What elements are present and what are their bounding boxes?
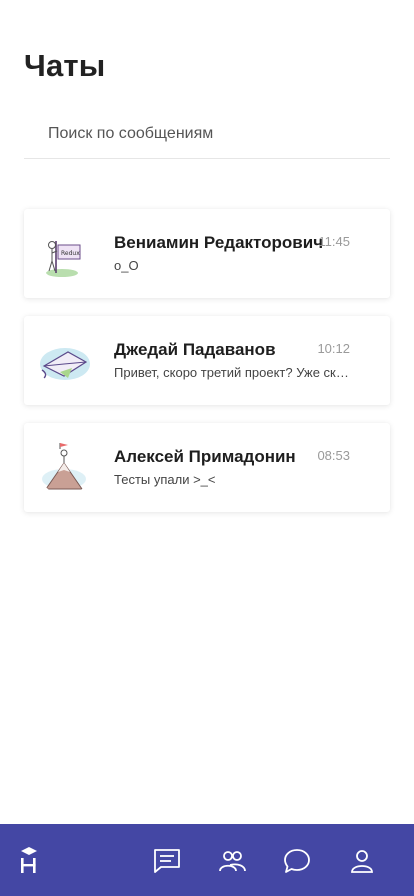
profile-icon[interactable] [347, 846, 377, 876]
svg-text:Redux: Redux [61, 250, 80, 257]
app-logo-icon[interactable] [18, 846, 40, 876]
chat-item[interactable]: Redux Вениамин Редакторович 11:45 o_O [24, 209, 390, 298]
chat-time: 10:12 [317, 341, 350, 356]
envelope-avatar [38, 334, 92, 388]
bottom-nav [0, 824, 414, 896]
page-title: Чаты [24, 48, 106, 83]
mountain-avatar [38, 441, 92, 495]
chat-time: 08:53 [317, 448, 350, 463]
chat-name: Вениамин Редакторович [114, 233, 324, 252]
chat-time: 11:45 [318, 234, 350, 249]
editor-avatar: Redux [38, 227, 92, 281]
chats-list-icon[interactable] [152, 846, 182, 876]
chat-name: Алексей Примадонин [114, 447, 296, 466]
chat-preview: Привет, скоро третий проект? Уже скоро н… [114, 365, 350, 380]
chat-preview: o_O [114, 258, 139, 273]
contacts-icon[interactable] [217, 846, 247, 876]
search-bar[interactable] [24, 112, 390, 159]
chat-name: Джедай Падаванов [114, 340, 276, 359]
search-input[interactable] [24, 112, 390, 158]
chat-item[interactable]: Алексей Примадонин 08:53 Тесты упали >_< [24, 423, 390, 512]
chat-item[interactable]: Джедай Падаванов 10:12 Привет, скоро тре… [24, 316, 390, 405]
chat-list: Redux Вениамин Редакторович 11:45 o_O Дж… [24, 209, 390, 530]
chat-preview: Тесты упали >_< [114, 472, 216, 487]
messages-icon[interactable] [282, 846, 312, 876]
